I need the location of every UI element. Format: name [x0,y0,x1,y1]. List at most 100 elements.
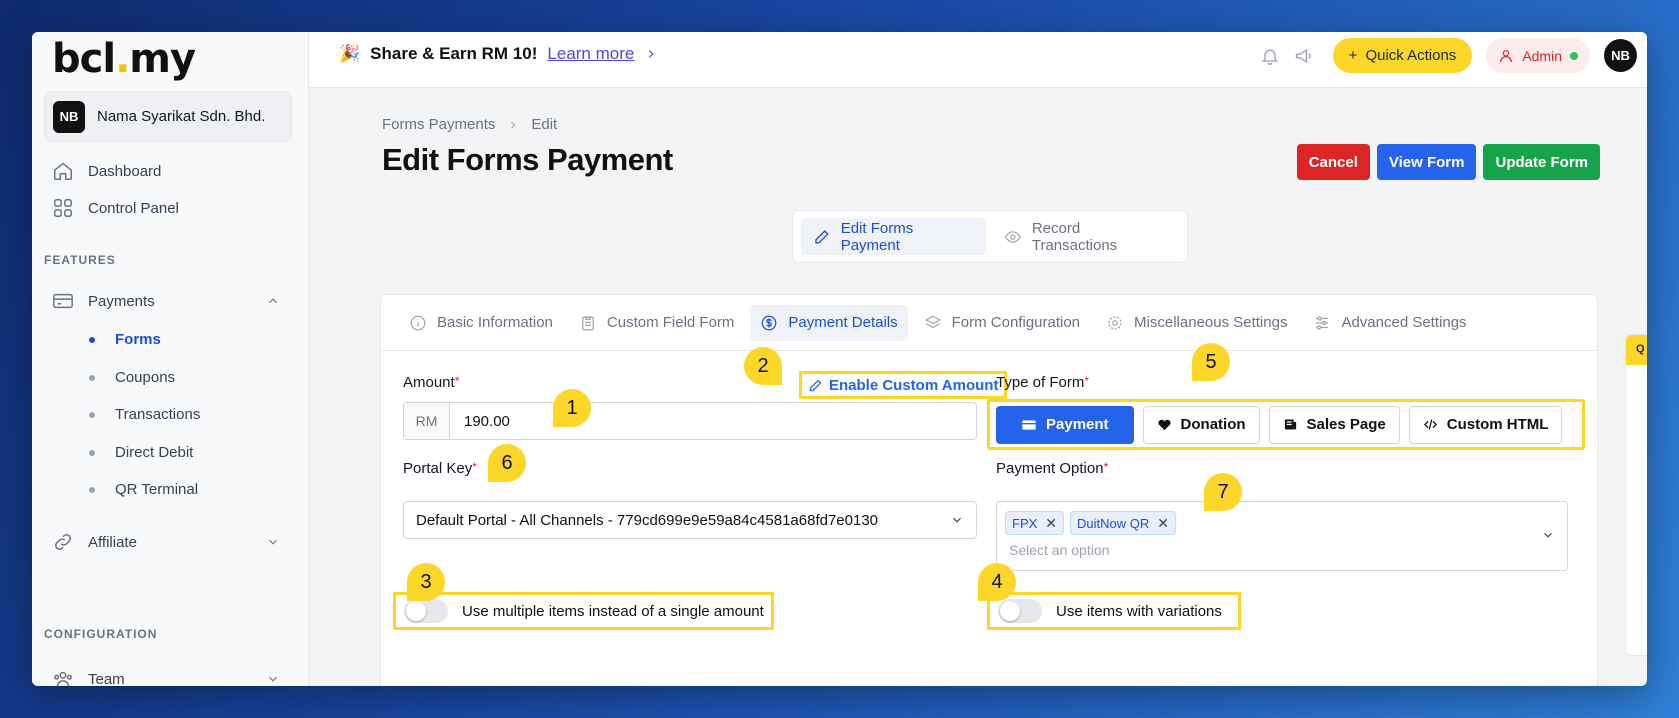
code-icon [1423,419,1437,430]
company-switcher[interactable]: NB Nama Syarikat Sdn. Bhd. [44,91,292,142]
payment-option-placeholder: Select an option [1009,542,1110,558]
amount-input[interactable]: RM 190.00 [403,402,977,440]
variations-toggle-row: Use items with variations [987,592,1241,630]
bullet-icon [89,449,95,456]
sidebar-item-direct-debit[interactable]: Direct Debit [89,444,193,461]
user-icon [1500,49,1513,62]
view-form-button[interactable]: View Form [1376,144,1477,180]
link-icon [55,534,71,550]
clipboard-icon [582,315,594,330]
top-actions: + Quick Actions Admin NB [1253,38,1647,73]
card-icon [1022,419,1036,430]
currency-prefix: RM [404,403,450,439]
party-icon: 🎉 [339,44,361,63]
annotation-marker-1: 1 [553,389,591,427]
annotation-marker-7: 7 [1204,473,1242,511]
multiple-items-toggle[interactable] [404,599,448,623]
sidebar-item-forms[interactable]: Forms [89,331,161,348]
gear-icon [1108,315,1122,330]
page-title: Edit Forms Payment [382,142,673,177]
tab-miscellaneous-settings[interactable]: Miscellaneous Settings [1096,305,1297,341]
amount-label: Amount* [403,374,460,391]
sidebar: bcl.my NB Nama Syarikat Sdn. Bhd. Dashbo… [32,32,309,686]
home-icon [54,162,72,180]
payment-option-select[interactable]: FPX ✕ DuitNow QR ✕ Select an option [996,501,1568,571]
promo-text: Share & Earn RM 10! [370,44,538,63]
breadcrumb: Forms Payments Edit [382,116,557,133]
eye-icon [1004,230,1022,243]
avatar[interactable]: NB [1604,39,1637,72]
tab-record-transactions[interactable]: Record Transactions [992,218,1179,255]
remove-chip-icon[interactable]: ✕ [1045,515,1057,532]
chevron-down-icon [953,517,961,523]
update-form-button[interactable]: Update Form [1483,144,1600,180]
sidebar-item-label: Dashboard [88,162,162,180]
side-panel-header: Q [1626,335,1647,365]
chevron-up-icon[interactable] [266,294,280,308]
section-label-features: FEATURES [44,253,116,267]
company-name: Nama Syarikat Sdn. Bhd. [97,108,266,125]
variations-label: Use items with variations [1056,602,1222,620]
edit-icon [815,229,829,244]
heart-icon [1158,419,1171,431]
admin-badge[interactable]: Admin [1486,38,1590,73]
tab-advanced-settings[interactable]: Advanced Settings [1303,305,1476,341]
newspaper-icon [1284,419,1296,430]
info-icon [410,315,426,330]
payment-option-label: Payment Option* [996,460,1109,477]
portal-key-value: Default Portal - All Channels - 779cd699… [416,511,879,529]
annotation-marker-2: 2 [744,347,782,385]
chevron-right-icon [511,121,516,128]
page-tabs: Edit Forms Payment Record Transactions [792,210,1188,263]
layers-icon [924,315,941,328]
sidebar-item-label: Affiliate [88,533,137,551]
portal-key-select[interactable]: Default Portal - All Channels - 779cd699… [403,501,977,539]
top-bar: 🎉 Share & Earn RM 10! Learn more + Quick… [309,32,1647,88]
side-panel-peek[interactable]: Q [1625,334,1647,656]
bullet-icon [89,486,95,493]
type-sales-page-button[interactable]: Sales Page [1268,405,1400,444]
variations-toggle[interactable] [998,599,1042,623]
portal-key-label: Portal Key* [403,460,477,477]
type-donation-button[interactable]: Donation [1142,405,1260,444]
sidebar-item-coupons[interactable]: Coupons [89,369,175,386]
tab-edit-forms-payment[interactable]: Edit Forms Payment [801,218,987,255]
bell-icon[interactable] [1253,39,1287,73]
form-tabs: Basic Information Custom Field Form Paym… [381,295,1597,351]
sidebar-item-label: Payments [88,292,155,310]
page-actions: Cancel View Form Update Form [1296,144,1600,180]
sidebar-item-label: Control Panel [88,199,179,217]
section-label-configuration: CONFIGURATION [44,627,158,641]
sidebar-item-control-panel[interactable]: Control Panel [52,197,179,219]
chevron-down-icon[interactable] [266,672,280,686]
learn-more-link[interactable]: Learn more [547,44,634,64]
remove-chip-icon[interactable]: ✕ [1157,515,1169,532]
breadcrumb-parent[interactable]: Forms Payments [382,116,495,133]
brand-logo[interactable]: bcl.my [52,36,196,82]
sidebar-item-label: Team [88,670,125,687]
amount-value[interactable]: 190.00 [450,403,510,439]
company-badge: NB [53,100,85,133]
sidebar-item-transactions[interactable]: Transactions [89,406,200,423]
tab-basic-information[interactable]: Basic Information [399,305,563,341]
tab-form-configuration[interactable]: Form Configuration [914,305,1090,341]
chip-fpx: FPX ✕ [1005,511,1065,535]
tab-custom-field-form[interactable]: Custom Field Form [569,305,745,341]
type-custom-html-button[interactable]: Custom HTML [1408,405,1563,444]
tab-payment-details[interactable]: Payment Details [750,304,908,341]
type-payment-button[interactable]: Payment [996,405,1134,444]
annotation-marker-6: 6 [488,444,526,482]
sidebar-item-team[interactable]: Team [52,668,125,686]
chevron-down-icon[interactable] [266,535,280,549]
sidebar-item-affiliate[interactable]: Affiliate [52,531,137,553]
breadcrumb-current: Edit [531,116,558,133]
megaphone-icon[interactable] [1287,39,1321,73]
sidebar-item-payments[interactable]: Payments [52,290,155,312]
cancel-button[interactable]: Cancel [1296,144,1370,180]
sidebar-item-dashboard[interactable]: Dashboard [52,160,161,182]
dollar-circle-icon [762,315,777,330]
annotation-marker-3: 3 [407,563,445,601]
sidebar-item-qr-terminal[interactable]: QR Terminal [89,481,198,498]
enable-custom-amount-button[interactable]: Enable Custom Amount [799,371,1008,399]
quick-actions-button[interactable]: + Quick Actions [1332,38,1473,73]
